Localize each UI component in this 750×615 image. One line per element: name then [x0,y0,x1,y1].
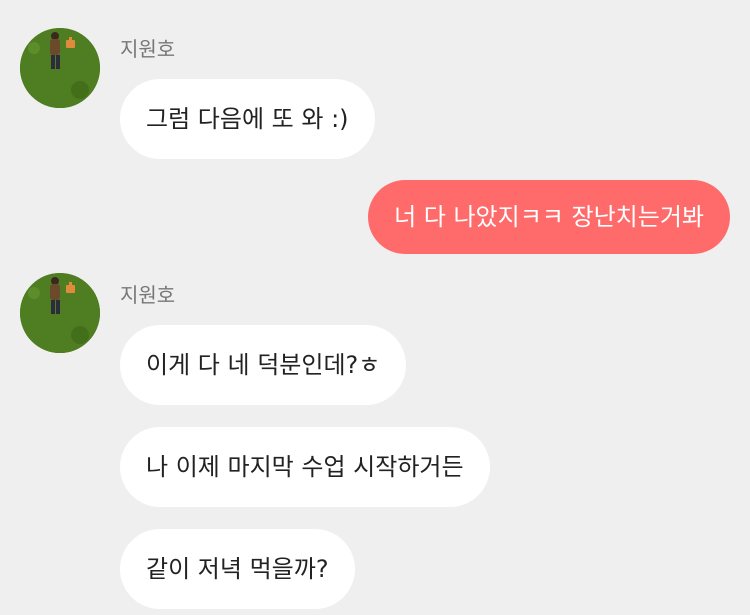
message-bubble-incoming[interactable]: 이게 다 네 덕분인데?ㅎ [120,325,407,405]
message-bubble-outgoing[interactable]: 너 다 나았지ㅋㅋ 장난치는거봐 [368,180,730,254]
sender-name: 지원호 [120,283,176,307]
message-text: 그럼 다음에 또 와 :) [146,105,349,133]
profile-photo-icon [20,28,100,108]
sender-avatar[interactable] [20,273,100,353]
message-text: 이게 다 네 덕분인데?ㅎ [146,351,381,379]
message-bubble-incoming[interactable]: 나 이제 마지막 수업 시작하거든 [120,427,490,507]
sender-avatar[interactable] [20,28,100,108]
profile-photo-icon [20,273,100,353]
message-bubble-incoming[interactable]: 같이 저녁 먹을까? [120,529,355,609]
sender-name: 지원호 [120,37,176,61]
message-bubble-incoming[interactable]: 그럼 다음에 또 와 :) [120,79,375,159]
message-text: 같이 저녁 먹을까? [146,555,329,583]
message-text: 너 다 나았지ㅋㅋ 장난치는거봐 [394,203,704,231]
message-text: 나 이제 마지막 수업 시작하거든 [146,453,464,481]
